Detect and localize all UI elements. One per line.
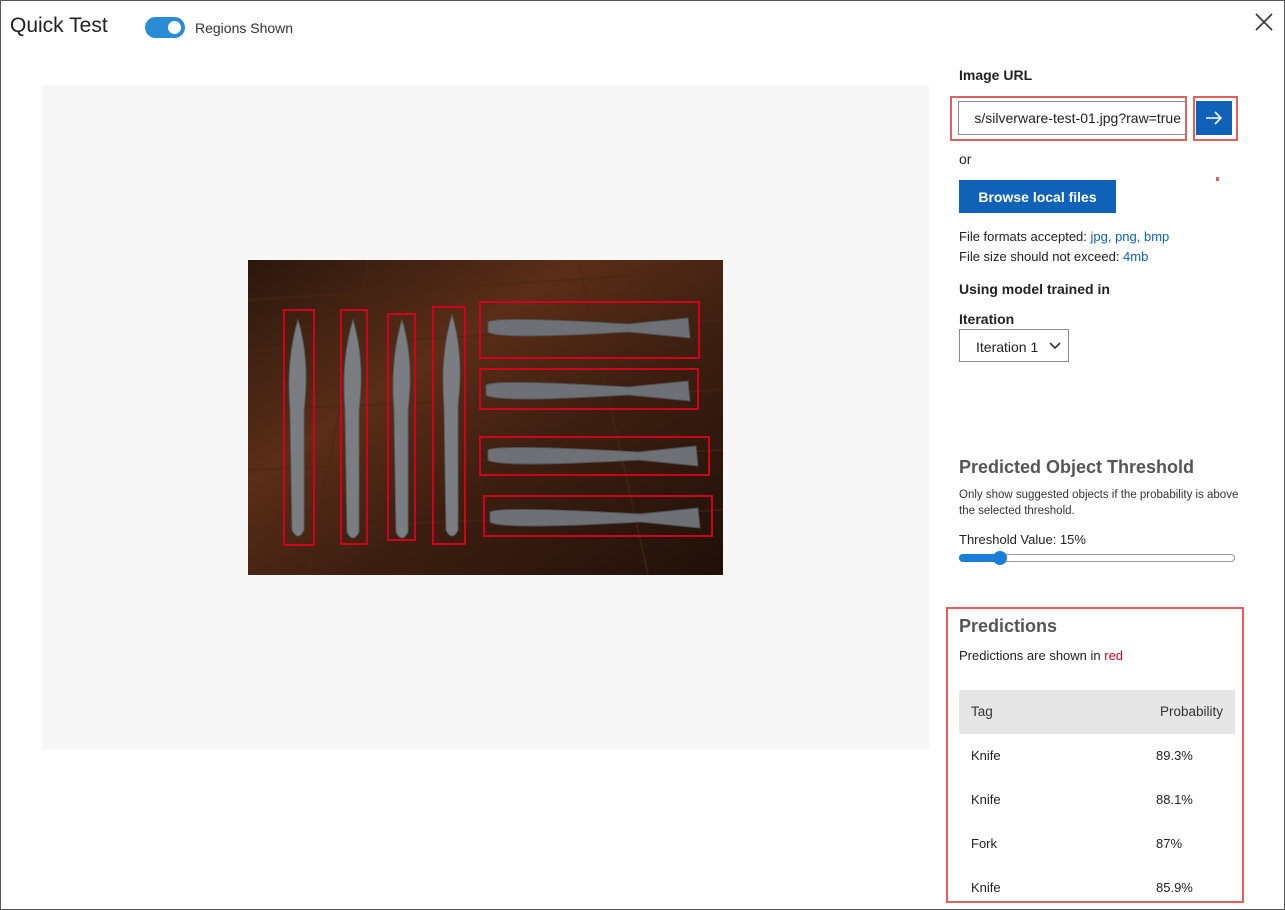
submit-url-button[interactable] xyxy=(1196,101,1232,135)
row-tag: Knife xyxy=(971,792,1001,807)
predictions-note-text: Predictions are shown in xyxy=(959,648,1105,663)
row-probability: 89.3% xyxy=(1156,748,1193,763)
predictions-table-header: Tag Probability xyxy=(959,690,1235,734)
slider-thumb[interactable] xyxy=(993,551,1007,565)
image-url-label: Image URL xyxy=(959,67,1033,83)
column-header-probability: Probability xyxy=(1159,704,1223,719)
or-text: or xyxy=(959,151,972,167)
browse-local-files-button[interactable]: Browse local files xyxy=(959,180,1116,213)
iteration-selected-value: Iteration 1 xyxy=(976,339,1039,355)
predictions-note: Predictions are shown in red xyxy=(959,648,1123,663)
arrow-right-icon xyxy=(1206,111,1223,125)
threshold-heading: Predicted Object Threshold xyxy=(959,457,1195,477)
row-tag: Knife xyxy=(971,880,1001,895)
annotation-mark xyxy=(1216,177,1219,181)
row-probability: 87% xyxy=(1156,836,1183,851)
row-probability: 88.1% xyxy=(1156,792,1193,807)
file-formats-info: File formats accepted: jpg, png, bmp xyxy=(959,229,1169,244)
iteration-select[interactable]: Iteration 1 xyxy=(959,329,1069,362)
chevron-down-icon xyxy=(1049,342,1061,350)
toggle-knob xyxy=(168,21,181,34)
row-probability: 85.9% xyxy=(1156,880,1193,895)
file-size-link[interactable]: 4mb xyxy=(1123,249,1148,264)
dialog-title: Quick Test xyxy=(10,14,108,37)
table-row: Knife 88.1% xyxy=(959,778,1235,822)
file-formats-link[interactable]: jpg, png, bmp xyxy=(1091,229,1170,244)
iteration-label: Iteration xyxy=(959,311,1015,327)
table-row: Knife 85.9% xyxy=(959,866,1235,910)
close-icon[interactable] xyxy=(1254,12,1274,32)
test-image xyxy=(248,260,723,575)
image-url-input[interactable] xyxy=(959,102,1185,134)
table-row: Fork 87% xyxy=(959,822,1235,866)
threshold-value-label: Threshold Value: 15% xyxy=(959,532,1086,547)
threshold-description: Only show suggested objects if the proba… xyxy=(959,489,1239,517)
table-row: Knife 89.3% xyxy=(959,734,1235,778)
predictions-heading: Predictions xyxy=(959,616,1058,636)
file-size-info: File size should not exceed: 4mb xyxy=(959,249,1148,264)
column-header-tag: Tag xyxy=(971,704,993,719)
threshold-slider[interactable] xyxy=(959,551,1235,565)
image-url-field[interactable] xyxy=(958,101,1186,135)
predictions-note-color: red xyxy=(1104,648,1124,663)
row-tag: Fork xyxy=(971,836,997,851)
image-preview-area xyxy=(42,85,929,750)
file-formats-text: File formats accepted: xyxy=(959,229,1091,244)
row-tag: Knife xyxy=(971,748,1001,763)
regions-toggle[interactable] xyxy=(145,17,185,38)
model-heading: Using model trained in xyxy=(959,281,1110,297)
file-size-text: File size should not exceed: xyxy=(959,249,1124,264)
regions-toggle-label: Regions Shown xyxy=(195,20,294,36)
